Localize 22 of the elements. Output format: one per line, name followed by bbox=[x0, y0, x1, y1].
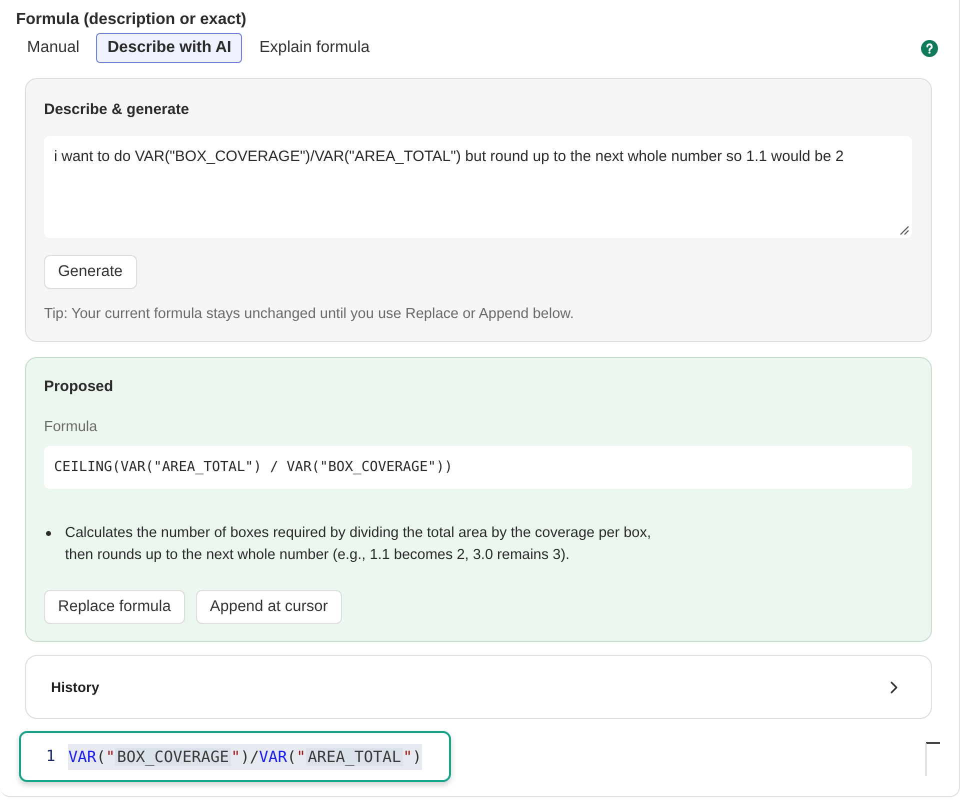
tab[interactable]: Describe with AI bbox=[96, 33, 242, 63]
help-icon[interactable] bbox=[921, 40, 938, 56]
tab[interactable]: Explain formula bbox=[248, 33, 381, 63]
generate-button[interactable]: Generate bbox=[44, 255, 137, 289]
tab[interactable]: Manual bbox=[16, 33, 90, 63]
tip-text: Tip: Your current formula stays unchanged until you use Replace or Append below. bbox=[44, 305, 574, 324]
scrollbar-drawing bbox=[925, 742, 941, 776]
bullet-icon bbox=[46, 531, 51, 536]
card-heading: Proposed bbox=[44, 378, 114, 396]
description-field[interactable]: i want to do VAR("BOX_COVERAGE")/VAR("AREA_TOTAL") but round up to the next whole number so 1.1 would be 2 bbox=[44, 136, 912, 238]
field-label: Formula bbox=[44, 418, 98, 437]
card-heading: Describe & generate bbox=[44, 100, 190, 120]
history-panel[interactable]: History bbox=[25, 655, 932, 719]
line-number: 1 bbox=[46, 746, 56, 767]
section-title: Formula (description or exact) bbox=[16, 10, 246, 30]
action-button[interactable]: Append at cursor bbox=[196, 590, 342, 624]
code-editor[interactable]: 1 VAR("BOX_COVERAGE")/VAR("AREA_TOTAL") bbox=[19, 731, 451, 782]
note-text: Calculates the number of boxes required by dividing the total area by the coverage per box, then rounds up to the next whole number (e.g., 1.1 becomes 2, 3.0 remains 3). bbox=[65, 524, 651, 565]
history-label: History bbox=[51, 678, 100, 697]
formula-code: CEILING(VAR("AREA_TOTAL") / VAR("BOX_COVERAGE")) bbox=[44, 446, 912, 489]
resize-handle-icon[interactable] bbox=[900, 226, 909, 235]
action-button[interactable]: Replace formula bbox=[44, 590, 185, 624]
